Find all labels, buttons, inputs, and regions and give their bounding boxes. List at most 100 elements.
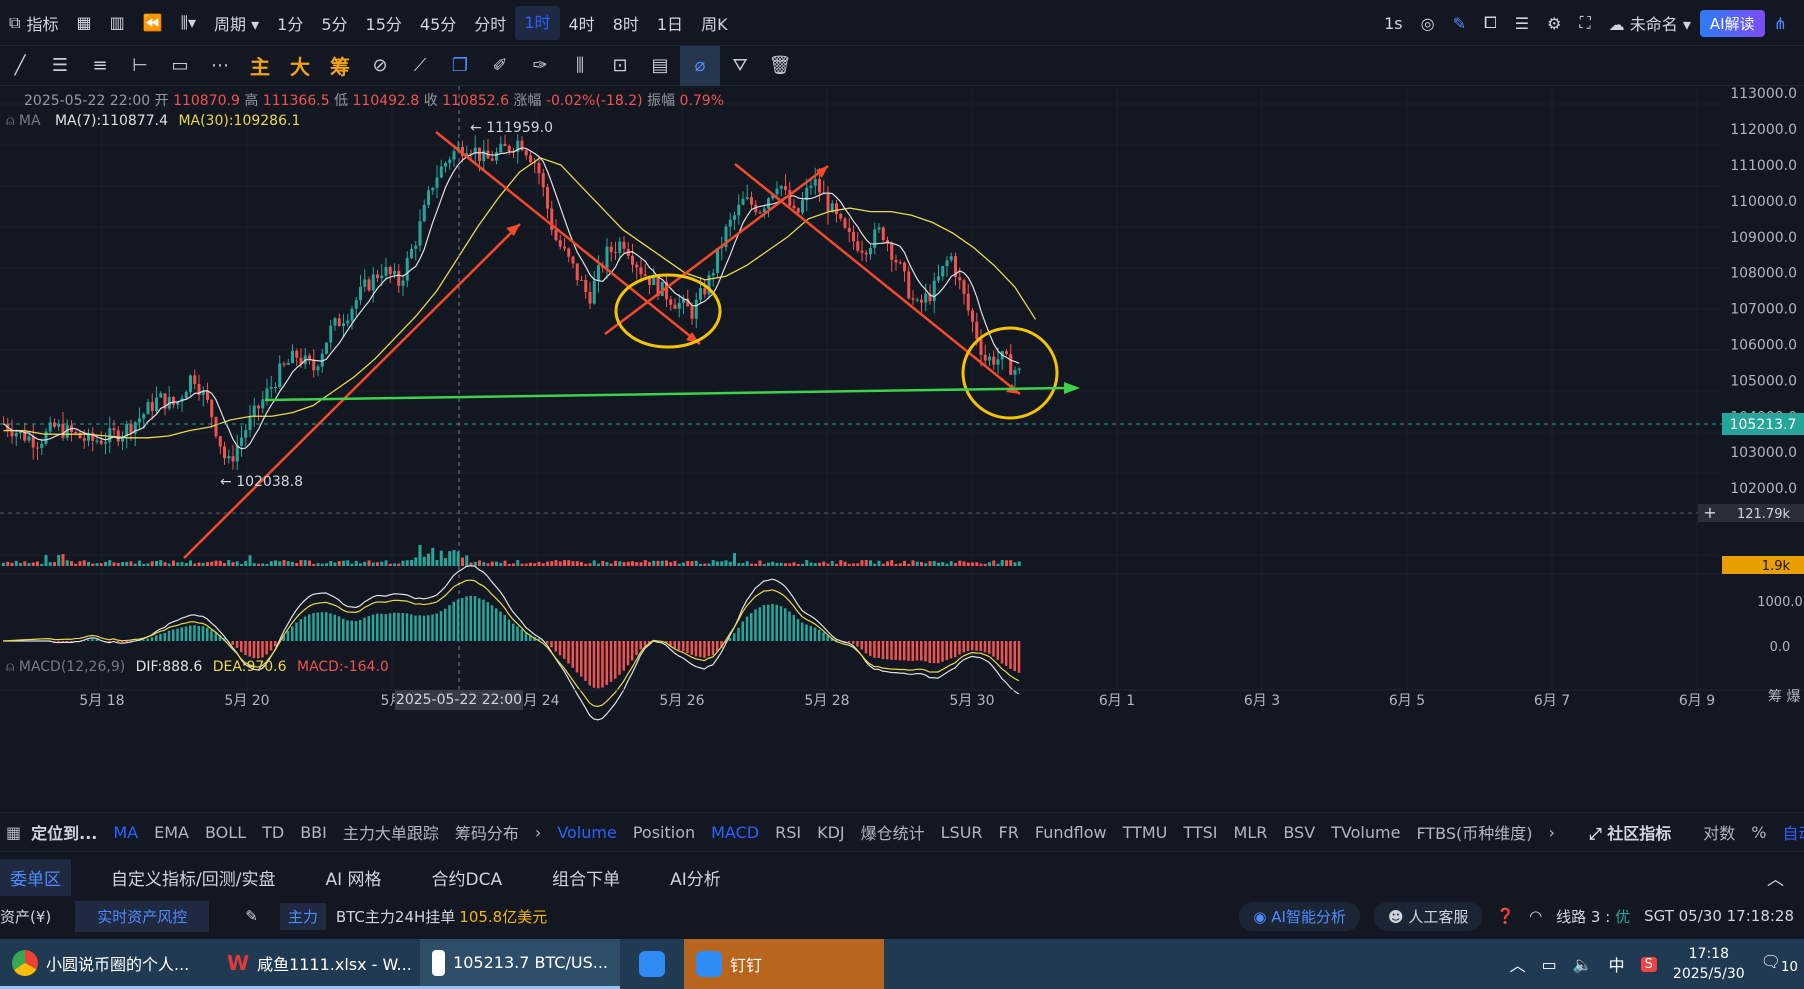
magnet-icon[interactable]: ⌀ — [680, 45, 720, 86]
taskbar-dingtalk-icon[interactable] — [620, 939, 684, 989]
volume-icon[interactable]: 🔈 — [1573, 955, 1593, 974]
brush-icon[interactable]: ✐ — [480, 46, 520, 86]
community-indicators[interactable]: ⤢ 社区指标 — [1589, 820, 1687, 844]
more-tools-icon[interactable]: ⋯ — [200, 46, 240, 86]
chart-type-icon[interactable]: ⫼▾ — [172, 13, 205, 33]
main-force-button[interactable]: 主 — [240, 46, 280, 86]
interval-15m[interactable]: 15分 — [357, 11, 411, 35]
window-icon[interactable]: ⧠ — [1475, 13, 1506, 33]
tab-orders[interactable]: 委单区 — [0, 858, 71, 896]
ruler-icon[interactable]: ⊘ — [360, 46, 400, 86]
interval-45m[interactable]: 45分 — [411, 11, 465, 35]
ind-main-force[interactable]: 主力大单跟踪 — [343, 820, 439, 844]
calendar-icon[interactable]: ▦ — [6, 823, 21, 842]
layout-icon[interactable]: ▥ — [101, 13, 134, 32]
tab-ai-grid[interactable]: AI 网格 — [325, 865, 381, 890]
line-status[interactable]: 线路 3 : 优 — [1556, 906, 1630, 927]
replay-icon[interactable]: ⏪ — [134, 13, 172, 32]
ind-volume[interactable]: Volume — [557, 823, 617, 842]
ind-ema[interactable]: EMA — [154, 823, 189, 842]
chevron-up-icon[interactable]: ︿ — [1510, 952, 1526, 976]
ind-tvolume[interactable]: TVolume — [1331, 823, 1400, 842]
sogou-icon[interactable]: S — [1640, 956, 1657, 972]
tab-ai-analysis[interactable]: AI分析 — [670, 865, 721, 890]
tab-combo-order[interactable]: 组合下单 — [552, 865, 620, 890]
gear-icon[interactable]: ⚙ — [1538, 14, 1570, 33]
ind-bsv[interactable]: BSV — [1283, 823, 1315, 842]
ai-interpret-button[interactable]: AI解读 — [1699, 9, 1765, 37]
ind-boll[interactable]: BOLL — [205, 823, 246, 842]
ind-mlr[interactable]: MLR — [1234, 823, 1268, 842]
chevron-up-icon[interactable]: ︿ — [1767, 865, 1784, 890]
ind-kdj[interactable]: KDJ — [817, 823, 845, 842]
line-tool-icon[interactable]: ╱ — [0, 46, 40, 86]
ime-indicator[interactable]: 中 — [1609, 952, 1625, 976]
camera-icon[interactable]: ◎ — [1412, 14, 1444, 33]
highlighter-icon[interactable]: ✑ — [520, 46, 560, 86]
help-icon[interactable]: ❓ — [1496, 907, 1515, 925]
channel-tool-icon[interactable]: ☰ — [40, 46, 80, 86]
auto-toggle[interactable]: 自动 — [1783, 820, 1804, 844]
taskbar-chrome[interactable]: 小圆说币圈的个人... — [0, 939, 215, 989]
clock[interactable]: 17:18 2025/5/30 — [1673, 944, 1745, 984]
ind-rsi[interactable]: RSI — [775, 823, 801, 842]
indicator-menu[interactable]: ⧉ 指标 — [0, 11, 67, 35]
ind-ftbs[interactable]: FTBS(币种维度) — [1416, 820, 1532, 844]
layout-name-dropdown[interactable]: ☁ 未命名 ▾ — [1600, 11, 1700, 35]
notification-icon[interactable]: 🗨10 — [1761, 952, 1798, 975]
taskbar-trading[interactable]: 105213.7 BTC/US... — [420, 939, 620, 989]
note-icon[interactable]: ▤ — [640, 46, 680, 86]
ai-analysis-button[interactable]: ◉ AI智能分析 — [1239, 901, 1360, 931]
ind-macd[interactable]: MACD — [711, 823, 759, 842]
interval-5m[interactable]: 5分 — [312, 11, 356, 35]
ind-fr[interactable]: FR — [999, 823, 1019, 842]
tab-custom-indicators[interactable]: 自定义指标/回测/实盘 — [111, 865, 275, 890]
taskbar-wps[interactable]: W 咸鱼1111.xlsx - W... — [215, 939, 420, 989]
percent-toggle[interactable]: % — [1751, 823, 1766, 842]
ind-ttmu[interactable]: TTMU — [1123, 823, 1168, 842]
interval-1m[interactable]: 1分 — [268, 11, 312, 35]
chips-button[interactable]: 筹 — [320, 46, 360, 86]
measure-icon[interactable]: ⟋ — [400, 46, 440, 86]
ind-ma[interactable]: MA — [113, 823, 138, 842]
rect-tool-icon[interactable]: ▭ — [160, 46, 200, 86]
candle-icon[interactable]: ⫼ — [560, 46, 600, 86]
interval-4h[interactable]: 4时 — [560, 11, 604, 35]
list-icon[interactable]: ☰ — [1506, 14, 1538, 33]
interval-timeshare[interactable]: 分时 — [465, 11, 515, 35]
ind-chips[interactable]: 筹码分布 — [455, 820, 519, 844]
interval-1s[interactable]: 1s — [1375, 14, 1412, 33]
ind-liquidation[interactable]: 爆仓统计 — [861, 820, 925, 844]
log-toggle[interactable]: 对数 — [1703, 820, 1735, 844]
share-icon[interactable]: ⋔ — [1765, 14, 1796, 33]
lock-icon[interactable]: ⊡ — [600, 46, 640, 86]
interval-1d[interactable]: 1日 — [648, 11, 692, 35]
pen-icon[interactable]: ✎ — [1444, 14, 1475, 33]
taskbar-dingtalk[interactable]: 钉钉 — [684, 939, 884, 989]
ma-legend[interactable]: ⍝ MA MA(7):110877.4 MA(30):109286.1 — [6, 113, 300, 129]
trash-icon[interactable]: 🗑 — [760, 46, 800, 86]
interval-8h[interactable]: 8时 — [604, 11, 648, 35]
ind-ttsi[interactable]: TTSI — [1183, 823, 1217, 842]
hline-tool-icon[interactable]: ⊢ — [120, 46, 160, 86]
ind-position[interactable]: Position — [633, 823, 695, 842]
interval-1h[interactable]: 1时 — [515, 5, 560, 40]
ind-lsur[interactable]: LSUR — [941, 823, 983, 842]
fullscreen-icon[interactable]: ⛶ — [1570, 13, 1599, 33]
service-button[interactable]: ☻ 人工客服 — [1373, 901, 1483, 931]
interval-week[interactable]: 周K — [692, 11, 737, 35]
macd-legend[interactable]: ⍝ MACD(12,26,9) DIF:888.6 DEA:970.6 MACD… — [6, 659, 389, 675]
chevron-right-icon[interactable]: › — [1548, 823, 1554, 842]
filter-icon[interactable]: ⛛ — [720, 46, 760, 86]
copy-icon[interactable]: ❐ — [440, 46, 480, 86]
locate-button[interactable]: 定位到... — [31, 820, 97, 844]
fib-tool-icon[interactable]: ≡ — [80, 46, 120, 86]
risk-button[interactable]: 实时资产风控 — [75, 900, 210, 932]
edit-icon[interactable]: ✎ — [245, 907, 258, 925]
period-menu[interactable]: 周期 ▾ — [205, 11, 268, 35]
big-order-button[interactable]: 大 — [280, 46, 320, 86]
ind-bbi[interactable]: BBI — [300, 823, 327, 842]
network-icon[interactable]: ▭ — [1542, 955, 1557, 974]
calendar-icon[interactable]: ▦ — [67, 13, 100, 32]
ind-fundflow[interactable]: Fundflow — [1035, 823, 1107, 842]
